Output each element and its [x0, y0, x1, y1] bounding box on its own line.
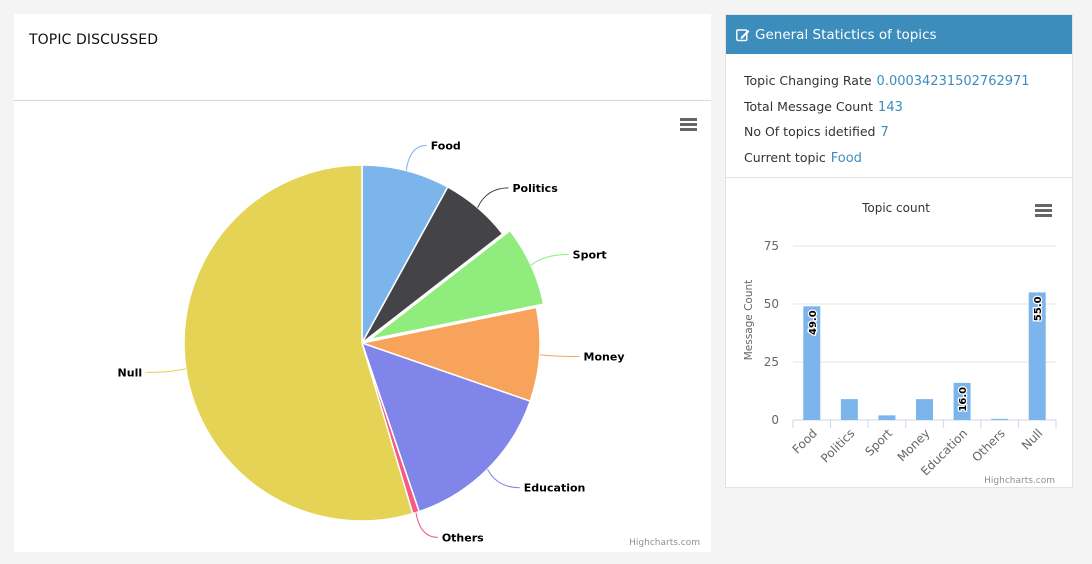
bar-others[interactable] [991, 418, 1009, 420]
pie-connector-money [539, 354, 580, 357]
bar-money[interactable] [916, 399, 933, 420]
pie-label-money: Money [584, 350, 625, 363]
pie-label-sport: Sport [573, 249, 607, 262]
bar-data-label-null: 55.0 [1033, 296, 1044, 321]
pie-connector-politics [477, 187, 509, 208]
bar-sport[interactable] [878, 415, 896, 420]
stat-value: Food [830, 150, 862, 166]
bar-y-tick-label: 50 [764, 297, 779, 311]
pie-label-education: Education [524, 482, 586, 495]
pie-connector-food [405, 144, 427, 171]
stat-current-topic: Current topic Food [744, 145, 1072, 171]
stat-label: Current topic [744, 149, 826, 165]
pie-chart-credits[interactable]: Highcharts.com [629, 538, 700, 548]
stats-list: Topic Changing Rate 0.00034231502762971 T… [726, 54, 1072, 178]
bar-x-label-food: Food [790, 426, 820, 456]
bar-x-label-sport: Sport [862, 426, 895, 459]
panel-header: TOPIC DISCUSSED [14, 14, 711, 101]
bar-y-tick-label: 75 [764, 239, 779, 253]
stat-label: No Of topics idetified [744, 124, 876, 139]
bar-chart-y-axis-label: Message Count [743, 280, 755, 361]
bar-chart-title: Topic count [861, 201, 930, 215]
bar-chart: Topic count Message Count 0 25 50 75 49.0 16… [743, 201, 1057, 486]
bar-y-tick-label: 0 [771, 413, 779, 427]
stat-value: 0.00034231502762971 [876, 74, 1030, 89]
pie-connector-others [415, 512, 438, 538]
bar-data-label-food: 49.0 [808, 310, 819, 335]
pie-label-null: Null [118, 366, 143, 379]
pie-label-others: Others [442, 531, 484, 544]
pie-label-politics: Politics [512, 182, 558, 195]
stat-label: Topic Changing Rate [744, 73, 872, 88]
statistics-header: General Statictics of topics [726, 15, 1072, 54]
panel-title: TOPIC DISCUSSED [29, 32, 159, 48]
pie-label-food: Food [431, 139, 461, 152]
bar-x-label-null: Null [1019, 426, 1045, 452]
stat-topics-identified: No Of topics idetified 7 [744, 119, 1072, 145]
bar-chart-menu-icon[interactable] [1035, 204, 1052, 217]
pie-chart: Food Politics Sport Money Education Others Nul… [118, 118, 700, 548]
pie-connector-education [487, 469, 520, 489]
pie-connector-sport [530, 254, 569, 266]
edit-icon [736, 28, 750, 41]
pie-chart-menu-icon[interactable] [680, 118, 697, 131]
stat-value: 143 [878, 99, 903, 115]
bar-x-label-politics: Politics [818, 426, 857, 465]
stat-value: 7 [880, 125, 889, 140]
general-statistics-panel: General Statictics of topics Topic Chang… [725, 14, 1073, 488]
bar-chart-credits[interactable]: Highcharts.com [984, 476, 1055, 486]
stat-topic-changing-rate: Topic Changing Rate 0.00034231502762971 [744, 68, 1072, 94]
bar-data-label-education: 16.0 [958, 387, 969, 412]
pie-connector-null [146, 368, 186, 373]
bar-y-tick-label: 25 [764, 355, 779, 369]
bar-politics[interactable] [840, 399, 858, 420]
topic-discussed-panel: TOPIC DISCUSSED Food Politics Sport Money Ed… [14, 14, 711, 552]
statistics-header-title: General Statictics of topics [755, 26, 937, 43]
stat-label: Total Message Count [744, 98, 874, 114]
stat-total-message-count: Total Message Count 143 [744, 94, 1072, 120]
bar-x-label-others: Others [969, 426, 1007, 464]
